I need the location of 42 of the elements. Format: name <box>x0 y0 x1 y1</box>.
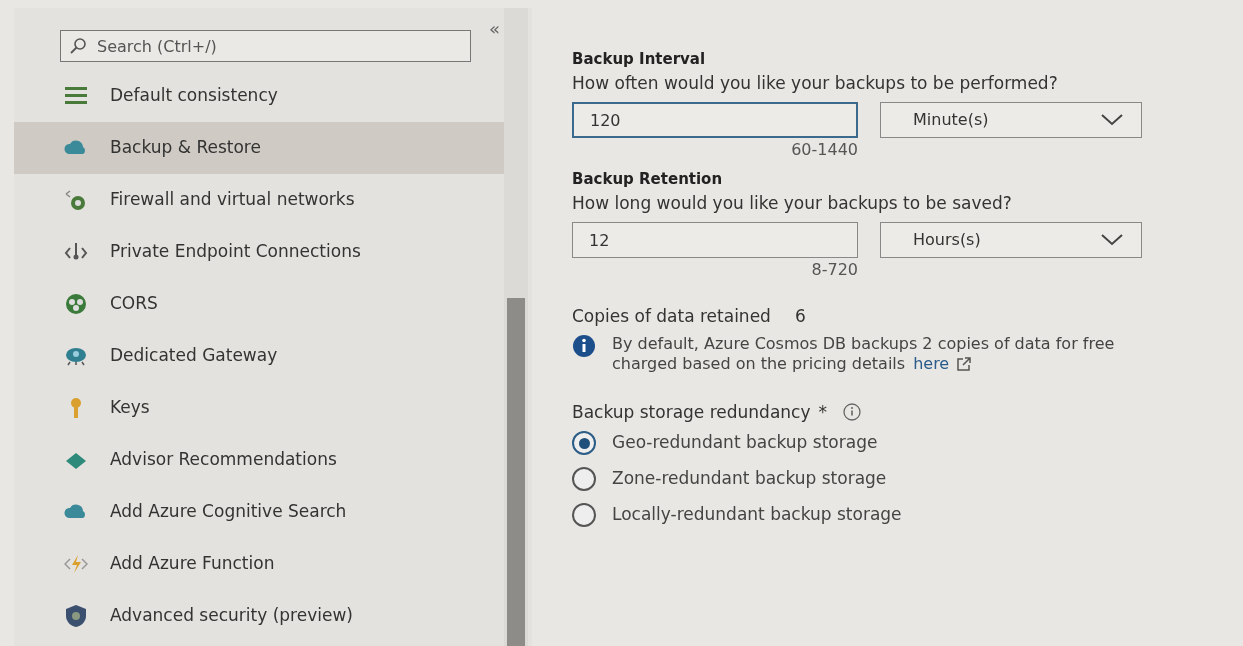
number-field[interactable]: 120 <box>572 102 858 138</box>
sidebar-item[interactable]: Advisor Recommendations <box>14 434 504 486</box>
number-field[interactable]: 12 <box>572 222 858 258</box>
sidebar-item[interactable]: Default consistency <box>14 70 504 122</box>
info-text: By default, Azure Cosmos DB backups 2 copies of data for free <box>612 333 1115 354</box>
sidebar-item[interactable]: Private Endpoint Connections <box>14 226 504 278</box>
section-title: Backup Retention <box>572 169 724 190</box>
external-link-icon <box>957 356 972 371</box>
info-text: charged based on the pricing details <box>612 353 906 374</box>
radio-option[interactable]: Locally-redundant backup storage <box>572 497 902 533</box>
question-text: How long would you like your backups to be saved? <box>572 191 1013 215</box>
shield-icon <box>64 604 88 628</box>
required-mark: * <box>818 400 827 424</box>
unit-dropdown[interactable]: Minute(s) <box>880 102 1142 138</box>
radio-option[interactable]: Zone-redundant backup storage <box>572 461 887 497</box>
range-hint: 60-1440 <box>790 139 858 161</box>
chevron-down-icon <box>1101 114 1123 126</box>
search-field[interactable]: Search (Ctrl+/) <box>60 30 471 62</box>
info-icon[interactable] <box>843 403 861 422</box>
sidebar-item[interactable]: CORS <box>14 278 504 330</box>
sidebar-item[interactable]: Keys <box>14 382 504 434</box>
info-icon <box>572 333 596 358</box>
cors-icon <box>64 292 88 316</box>
scrollbar[interactable] <box>504 8 528 646</box>
collapse-button[interactable]: « <box>485 20 504 38</box>
sidebar-item[interactable]: Dedicated Gateway <box>14 330 504 382</box>
sidebar-item[interactable]: Firewall and virtual networks <box>14 174 504 226</box>
question-text: How often would you like your backups to be performed? <box>572 71 1059 95</box>
sidebar-item[interactable]: Add Azure Function <box>14 538 504 590</box>
radio-option[interactable]: Geo-redundant backup storage <box>572 425 878 461</box>
range-hint: 8-720 <box>810 259 858 281</box>
sidebar-item[interactable]: Advanced security (preview) <box>14 590 504 642</box>
field-label: Backup storage redundancy <box>572 400 811 424</box>
sidebar-item[interactable]: Add Azure Cognitive Search <box>14 486 504 538</box>
chevron-down-icon <box>1101 234 1123 246</box>
copies-value: 6 <box>794 305 806 328</box>
pricing-link[interactable]: here <box>913 353 950 374</box>
scrollbar-thumb[interactable] <box>507 298 525 646</box>
unit-dropdown[interactable]: Hours(s) <box>880 222 1142 258</box>
sidebar-item[interactable]: Backup & Restore <box>14 122 504 174</box>
section-title: Backup Interval <box>572 49 707 70</box>
copies-label: Copies of data retained <box>572 305 771 328</box>
